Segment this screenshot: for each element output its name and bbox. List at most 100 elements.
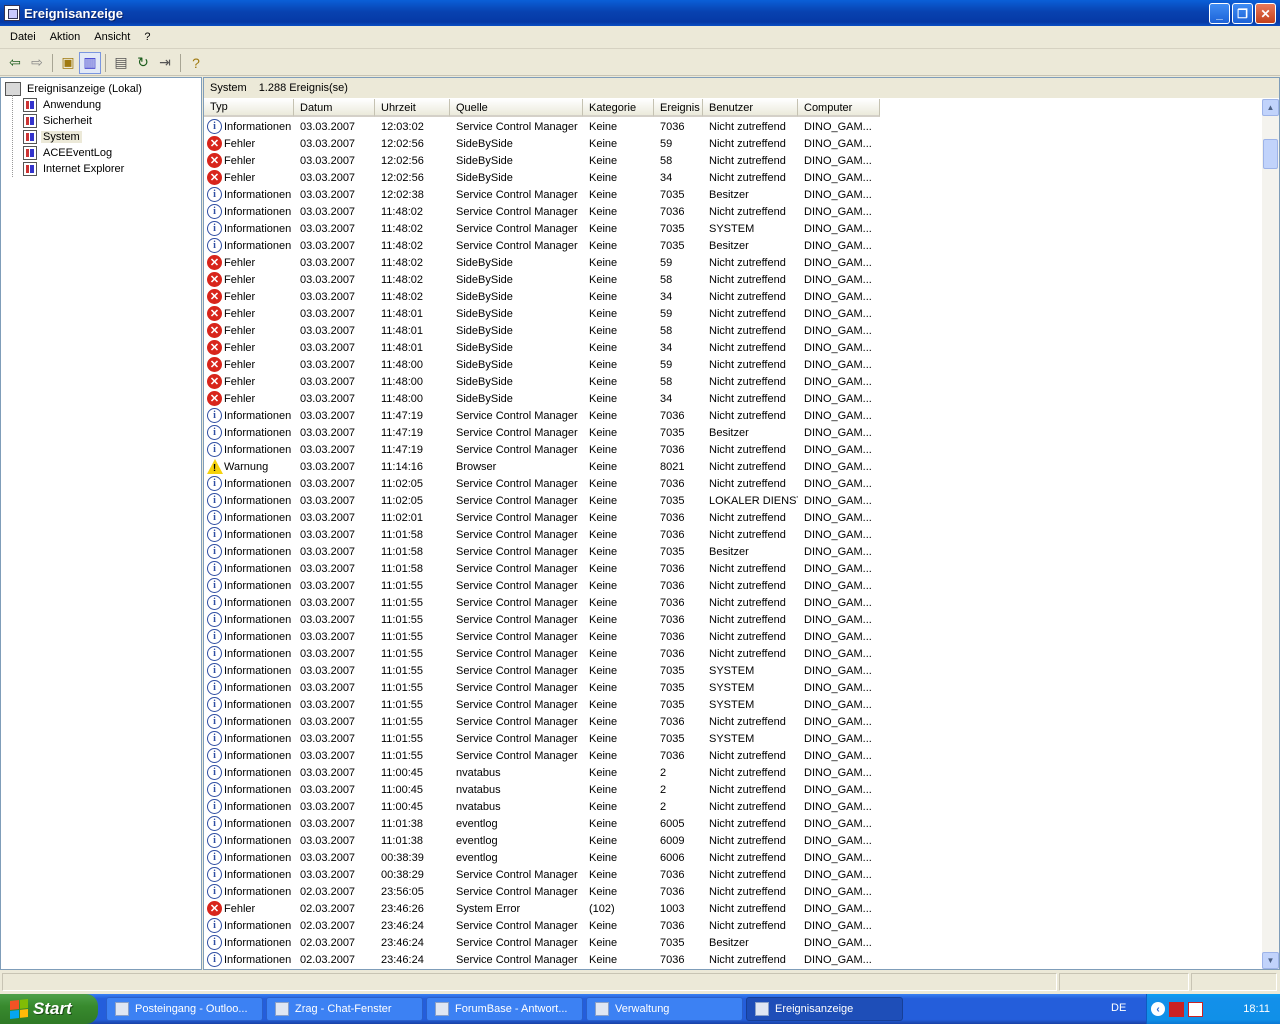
table-row[interactable]: i Informationen 03.03.2007 00:38:29 Service … [204,866,1264,883]
up-folder-icon[interactable]: ▣ [57,52,79,74]
antivirus-tray-icon[interactable] [1169,1001,1184,1017]
table-row[interactable]: i Informationen 03.03.2007 11:01:55 Service … [204,730,1264,747]
table-row[interactable]: i Informationen 03.03.2007 11:01:55 Service … [204,713,1264,730]
language-indicator[interactable]: DE [1111,1002,1126,1014]
table-row[interactable]: i Informationen 03.03.2007 11:01:55 Service … [204,611,1264,628]
table-row[interactable]: ✕ Fehler 03.03.2007 12:02:56 SideBySide Keine… [204,169,1264,186]
table-row[interactable]: i Informationen 03.03.2007 11:01:58 Service … [204,526,1264,543]
table-row[interactable]: ✕ Fehler 03.03.2007 11:48:01 SideBySide Keine… [204,339,1264,356]
menu-ansicht[interactable]: Ansicht [87,31,137,43]
table-row[interactable]: i Informationen 03.03.2007 11:00:45 nvatabus… [204,781,1264,798]
table-row[interactable]: i Informationen 03.03.2007 11:01:55 Service … [204,679,1264,696]
tree-item-internet-explorer[interactable]: Internet Explorer [23,161,126,177]
show-hide-tree-icon[interactable]: ▥ [79,51,101,74]
table-row[interactable]: ✕ Fehler 03.03.2007 12:02:56 SideBySide Keine… [204,152,1264,169]
menu-datei[interactable]: Datei [3,31,43,43]
table-row[interactable]: i Informationen 02.03.2007 23:46:24 Service … [204,917,1264,934]
table-row[interactable]: i Informationen 03.03.2007 11:01:38 eventlog… [204,832,1264,849]
menu-aktion[interactable]: Aktion [43,31,88,43]
vertical-scrollbar[interactable]: ▲ ▼ [1262,99,1279,969]
table-row[interactable]: i Informationen 03.03.2007 11:48:02 Service … [204,220,1264,237]
column-header-computer[interactable]: Computer [798,99,880,117]
column-header-datum[interactable]: Datum [294,99,375,117]
scroll-thumb[interactable] [1263,139,1278,169]
table-row[interactable]: i Informationen 02.03.2007 23:46:24 Service … [204,934,1264,951]
table-row[interactable]: i Informationen 03.03.2007 11:01:58 Service … [204,543,1264,560]
row-computer: DINO_GAM... [804,528,872,541]
properties-icon[interactable]: ▤ [110,52,132,74]
export-list-icon[interactable]: ⇥ [154,52,176,74]
network-tray-icon[interactable] [1188,1001,1203,1017]
table-row[interactable]: ✕ Fehler 03.03.2007 11:48:01 SideBySide Keine… [204,305,1264,322]
table-row[interactable]: ✕ Fehler 03.03.2007 12:02:56 SideBySide Keine… [204,135,1264,152]
table-row[interactable]: i Informationen 03.03.2007 11:01:38 eventlog… [204,815,1264,832]
table-row[interactable]: ✕ Fehler 03.03.2007 11:48:02 SideBySide Keine… [204,288,1264,305]
taskbar-button-ereignisanzeige[interactable]: Ereignisanzeige [746,997,903,1021]
table-row[interactable]: i Informationen 03.03.2007 11:47:19 Service … [204,424,1264,441]
restore-button[interactable]: ❐ [1232,3,1253,24]
start-button[interactable]: Start [0,994,98,1024]
column-header-kategorie[interactable]: Kategorie [583,99,654,117]
refresh-icon[interactable]: ↻ [132,52,154,74]
table-row[interactable]: ✕ Fehler 03.03.2007 11:48:02 SideBySide Keine… [204,271,1264,288]
column-header-ereignis[interactable]: Ereignis [654,99,703,117]
tree-item-aceeventlog[interactable]: ACEEventLog [23,145,114,161]
table-row[interactable]: ✕ Fehler 03.03.2007 11:48:02 SideBySide Keine… [204,254,1264,271]
table-row[interactable]: i Informationen 03.03.2007 11:01:55 Service … [204,628,1264,645]
back-arrow-icon[interactable]: ⇦ [4,52,26,74]
forward-arrow-icon[interactable]: ⇨ [26,52,48,74]
taskbar-button-chat[interactable]: Zrag - Chat-Fenster [266,997,423,1021]
table-row[interactable]: ✕ Fehler 03.03.2007 11:48:00 SideBySide Keine… [204,373,1264,390]
table-row[interactable]: i Informationen 03.03.2007 11:01:55 Service … [204,577,1264,594]
help-icon[interactable]: ? [185,52,207,74]
table-row[interactable]: i Informationen 03.03.2007 11:01:55 Service … [204,594,1264,611]
menu-help[interactable]: ? [137,31,157,43]
column-header-benutzer[interactable]: Benutzer [703,99,798,117]
table-row[interactable]: i Informationen 03.03.2007 11:01:55 Service … [204,696,1264,713]
minimize-button[interactable]: _ [1209,3,1230,24]
taskbar-button-forumbase[interactable]: ForumBase - Antwort... [426,997,583,1021]
taskbar-button-verwaltung[interactable]: Verwaltung [586,997,743,1021]
table-row[interactable]: i Informationen 03.03.2007 11:02:05 Service … [204,492,1264,509]
close-button[interactable]: ✕ [1255,3,1276,24]
column-header-uhrzeit[interactable]: Uhrzeit [375,99,450,117]
column-header-typ[interactable]: Typ [204,99,294,117]
table-row[interactable]: i Informationen 03.03.2007 11:01:55 Service … [204,747,1264,764]
table-row[interactable]: i Informationen 03.03.2007 11:01:55 Service … [204,645,1264,662]
tree-item-anwendung[interactable]: Anwendung [23,97,103,113]
scroll-down-arrow-icon[interactable]: ▼ [1262,952,1279,969]
table-row[interactable]: i Informationen 03.03.2007 11:47:19 Service … [204,441,1264,458]
table-row[interactable]: ✕ Fehler 03.03.2007 11:48:00 SideBySide Keine… [204,390,1264,407]
clock[interactable]: 18:11 [1243,1003,1270,1015]
table-row[interactable]: i Informationen 03.03.2007 12:02:38 Service … [204,186,1264,203]
table-row[interactable]: i Informationen 03.03.2007 11:02:01 Service … [204,509,1264,526]
row-typ: i Informationen [204,816,294,831]
row-typ-label: Informationen [224,681,292,694]
table-row[interactable]: i Informationen 03.03.2007 11:02:05 Service … [204,475,1264,492]
table-row[interactable]: ✕ Fehler 02.03.2007 23:46:26 System Error (10… [204,900,1264,917]
row-computer: DINO_GAM... [804,188,872,201]
tree-item-system[interactable]: System [23,129,82,145]
table-row[interactable]: i Informationen 02.03.2007 23:46:24 Service … [204,951,1264,968]
table-row[interactable]: i Informationen 03.03.2007 12:03:02 Service … [204,118,1264,135]
taskbar-button-outlook[interactable]: Posteingang - Outloo... [106,997,263,1021]
table-row[interactable]: i Informationen 03.03.2007 11:01:58 Service … [204,560,1264,577]
tree-root-event-viewer[interactable]: Ereignisanzeige (Lokal) [5,81,144,97]
table-row[interactable]: i Informationen 03.03.2007 11:48:02 Service … [204,237,1264,254]
table-row[interactable]: ! Warnung 03.03.2007 11:14:16 Browser Keine 80… [204,458,1264,475]
show-hidden-icons-icon[interactable]: ‹ [1151,1002,1165,1016]
table-row[interactable]: i Informationen 03.03.2007 00:38:39 eventlog… [204,849,1264,866]
table-row[interactable]: i Informationen 03.03.2007 11:47:19 Service … [204,407,1264,424]
table-row[interactable]: i Informationen 03.03.2007 11:00:45 nvatabus… [204,764,1264,781]
scroll-up-arrow-icon[interactable]: ▲ [1262,99,1279,116]
column-header-quelle[interactable]: Quelle [450,99,583,117]
table-row[interactable]: i Informationen 03.03.2007 11:01:55 Service … [204,662,1264,679]
row-kategorie: Keine [589,613,618,626]
table-row[interactable]: ✕ Fehler 03.03.2007 11:48:01 SideBySide Keine… [204,322,1264,339]
tree-item-sicherheit[interactable]: Sicherheit [23,113,94,129]
table-row[interactable]: i Informationen 03.03.2007 11:00:45 nvatabus… [204,798,1264,815]
row-quelle: nvatabus [456,800,501,813]
table-row[interactable]: ✕ Fehler 03.03.2007 11:48:00 SideBySide Keine… [204,356,1264,373]
table-row[interactable]: i Informationen 02.03.2007 23:56:05 Service … [204,883,1264,900]
table-row[interactable]: i Informationen 03.03.2007 11:48:02 Service … [204,203,1264,220]
